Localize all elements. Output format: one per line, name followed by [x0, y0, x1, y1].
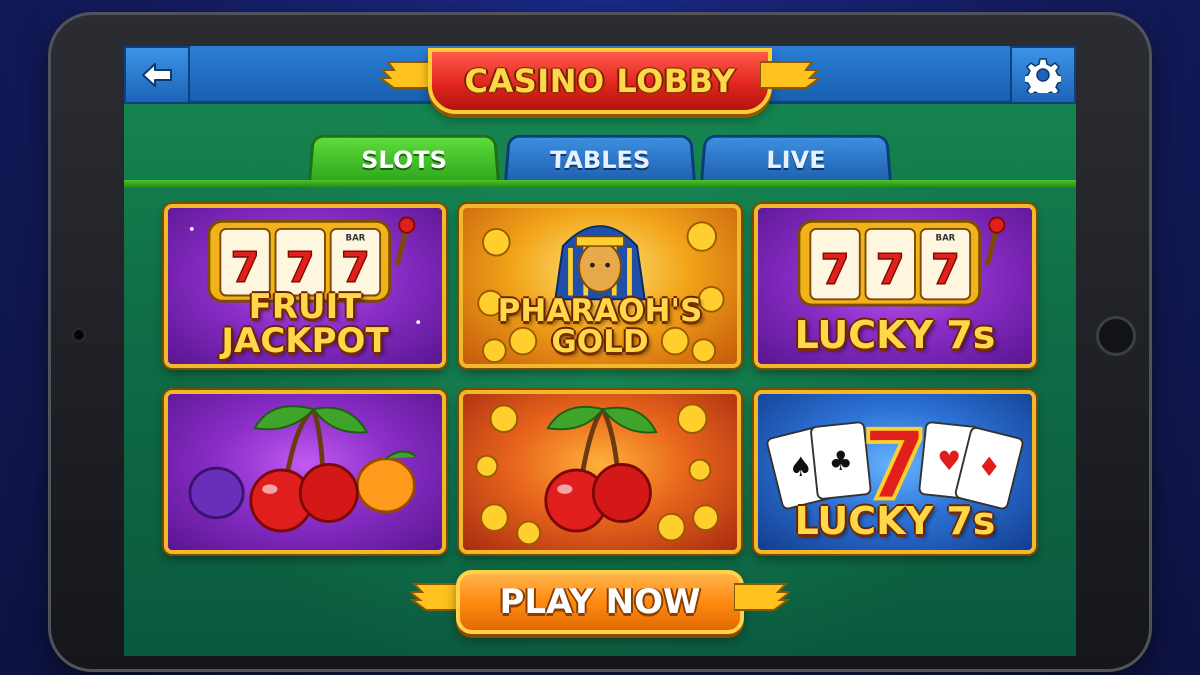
game-title-line2: GOLD: [551, 324, 649, 360]
game-card-pharaohs-gold[interactable]: PHARAOH'S GOLD: [459, 204, 741, 368]
title-banner: CASINO LOBBY: [380, 46, 820, 122]
tablet-frame: CASINO LOBBY SLOTS TABLES LIVE 7 7 7 BAR…: [48, 12, 1152, 672]
play-now-area: PLAY NOW: [410, 566, 790, 640]
page-title: CASINO LOBBY: [464, 62, 736, 100]
right-wing-decoration: [760, 61, 820, 89]
gear-icon: [1025, 58, 1061, 93]
game-grid: 7 7 7 BAR FRUIT JACKPOT PHARAOH'S GOLD 7…: [164, 204, 1036, 556]
game-title-line2: JACKPOT: [221, 321, 389, 361]
game-title: PHARAOH'S GOLD: [463, 296, 737, 358]
bar-symbol: BAR: [936, 233, 956, 243]
svg-text:♠: ♠: [789, 452, 813, 483]
svg-text:♣: ♣: [829, 446, 853, 477]
svg-text:7: 7: [286, 243, 315, 292]
right-wing-decoration: [734, 583, 790, 611]
svg-text:7: 7: [876, 245, 905, 294]
game-card-lucky-7s-slot[interactable]: 7 7 7 BAR LUCKY 7s: [754, 204, 1036, 368]
category-tabs: SLOTS TABLES LIVE: [307, 134, 893, 183]
title-plate: CASINO LOBBY: [428, 48, 772, 114]
svg-text:7: 7: [231, 243, 260, 292]
back-button[interactable]: [124, 46, 190, 104]
game-title: LUCKY 7s: [794, 313, 996, 357]
game-title-line1: PHARAOH'S: [497, 293, 703, 329]
bar-symbol: BAR: [346, 233, 366, 243]
game-card-lucky-7s-cards[interactable]: ♠ ♣ ♥ ♦ 7 LUCKY 7s: [754, 390, 1036, 554]
cherries-icon: [188, 405, 417, 533]
game-title: FRUIT JACKPOT: [168, 290, 442, 358]
camera-dot: [74, 330, 84, 340]
svg-text:7: 7: [341, 243, 370, 292]
svg-text:7: 7: [821, 245, 850, 294]
game-screen: CASINO LOBBY SLOTS TABLES LIVE 7 7 7 BAR…: [124, 46, 1076, 656]
game-title: LUCKY 7s: [794, 499, 996, 543]
home-button[interactable]: [1096, 316, 1136, 356]
game-card-fruit-jackpot[interactable]: 7 7 7 BAR FRUIT JACKPOT: [164, 204, 446, 368]
tab-tables[interactable]: TABLES: [503, 134, 697, 183]
svg-text:7: 7: [931, 245, 960, 294]
tab-slots[interactable]: SLOTS: [307, 134, 501, 183]
back-arrow-icon: [142, 63, 172, 87]
cherries-icon: [475, 403, 719, 546]
game-card-cherry-coins[interactable]: [459, 390, 741, 554]
svg-text:♥: ♥: [937, 446, 961, 477]
play-now-button[interactable]: PLAY NOW: [456, 570, 744, 634]
tab-live[interactable]: LIVE: [699, 134, 893, 183]
settings-button[interactable]: [1010, 46, 1076, 104]
game-card-fruits[interactable]: [164, 390, 446, 554]
svg-text:♦: ♦: [977, 452, 1001, 483]
game-title-line1: FRUIT: [248, 287, 362, 327]
tab-underline: [124, 180, 1076, 187]
